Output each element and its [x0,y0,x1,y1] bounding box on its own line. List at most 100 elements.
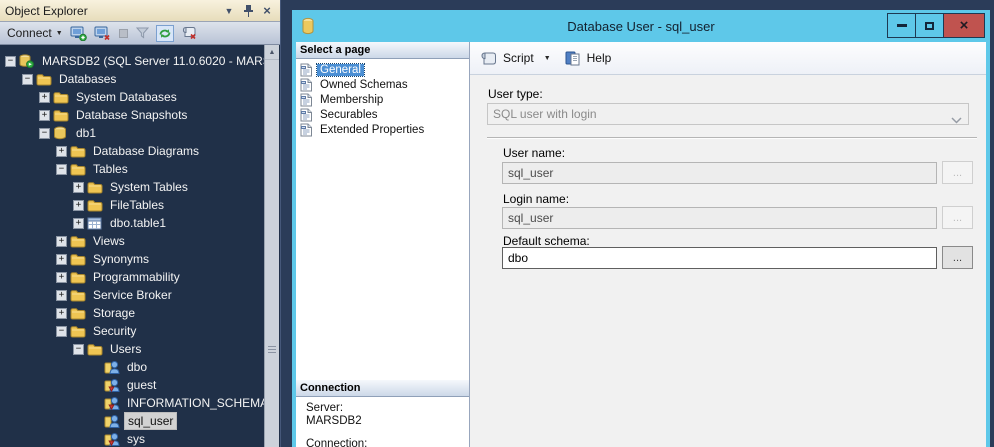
tree-item-label: Database Snapshots [73,107,190,123]
expand-icon[interactable]: + [73,218,84,229]
tree-item-sys[interactable]: sys [0,430,264,447]
chevron-down-icon [951,111,962,129]
refresh-icon[interactable] [156,25,174,42]
login-name-label: Login name: [503,192,569,206]
scroll-up-icon[interactable]: ▲ [265,45,279,60]
script-button[interactable]: Script [503,51,534,65]
user-icon [104,414,120,428]
tree-item-storage[interactable]: +Storage [0,304,264,322]
expand-icon[interactable]: + [56,236,67,247]
expander-slot: + [55,254,68,265]
expand-icon[interactable]: + [73,182,84,193]
connect-label: Connect [7,26,52,40]
collapse-icon[interactable]: − [73,344,84,355]
expand-icon[interactable]: + [56,254,67,265]
tree-item-sql-user[interactable]: sql_user [0,412,264,430]
tree-item-views[interactable]: + Views [0,232,264,250]
tree-item-label: Views [90,233,128,249]
tree-item-marsdb2-sql-server-11-0-6020-m[interactable]: −MARSDB2 (SQL Server 11.0.6020 - MARSD [0,52,264,70]
folder-icon [87,343,103,356]
pin-icon[interactable] [240,3,256,18]
tree-item-programmability[interactable]: +Programmability [0,268,264,286]
expand-icon[interactable]: + [56,146,67,157]
user-type-value: SQL user with login [493,107,946,121]
tree-scrollbar[interactable]: ▲ [264,45,279,447]
page-list: GeneralOwned SchemasMembershipSecurables… [296,59,469,137]
tree-item-label: Synonyms [90,251,152,267]
tree-item-tables[interactable]: −Tables [0,160,264,178]
default-schema-field[interactable]: dbo [502,247,937,269]
tree-item-database-diagrams[interactable]: +Database Diagrams [0,142,264,160]
pages-panel: Select a page GeneralOwned SchemasMember… [296,42,470,447]
tree-item-information-schema[interactable]: INFORMATION_SCHEMA [0,394,264,412]
scrollbar-grip[interactable] [268,346,276,354]
default-schema-browse-button[interactable]: ... [942,246,973,269]
collapse-icon[interactable]: − [56,164,67,175]
expand-icon[interactable]: + [39,92,50,103]
collapse-icon[interactable]: − [22,74,33,85]
folder-icon [87,199,103,212]
database-cylinder-icon [302,17,314,41]
window-position-icon[interactable]: ▼ [221,3,237,18]
expand-icon[interactable]: + [73,200,84,211]
page-item-membership[interactable]: Membership [296,92,469,107]
minimize-button[interactable] [887,13,916,38]
user-name-browse-button[interactable]: ... [942,161,973,184]
tree-item-system-tables[interactable]: +System Tables [0,178,264,196]
page-item-owned-schemas[interactable]: Owned Schemas [296,77,469,92]
tree-item-dbo[interactable]: dbo [0,358,264,376]
expand-icon[interactable]: + [56,308,67,319]
tree-item-guest[interactable]: guest [0,376,264,394]
server-icon [19,54,35,68]
tree-item-service-broker[interactable]: +Service Broker [0,286,264,304]
collapse-icon[interactable]: − [39,128,50,139]
expand-icon[interactable]: + [39,110,50,121]
connection-header: Connection [296,380,469,397]
user-type-combo[interactable]: SQL user with login [487,103,969,125]
folder-icon [70,145,86,158]
expander-slot: + [72,200,85,211]
expander-slot: + [38,110,51,121]
tree-item-label: dbo.table1 [107,215,169,231]
tree-item-dbo-table1[interactable]: + dbo.table1 [0,214,264,232]
dialog-main-panel: Script ▼ Help User type: SQL user with l… [470,42,986,447]
tree-item-db1[interactable]: −db1 [0,124,264,142]
dialog-titlebar[interactable]: Database User - sql_user × [292,10,990,42]
tree-item-database-snapshots[interactable]: + Database Snapshots [0,106,264,124]
disconnect-server-icon[interactable] [94,26,111,41]
tree-item-label: sys [124,431,148,447]
login-name-browse-button[interactable]: ... [942,206,973,229]
connect-server-icon[interactable] [70,26,87,41]
user-name-field[interactable]: sql_user [502,162,937,184]
database-user-dialog: Database User - sql_user × Select a page… [292,10,990,447]
close-icon[interactable]: × [259,3,275,18]
login-name-field[interactable]: sql_user [502,207,937,229]
tree-item-system-databases[interactable]: +System Databases [0,88,264,106]
help-button[interactable]: Help [587,51,612,65]
close-button[interactable]: × [943,13,985,38]
script-error-icon[interactable] [181,26,197,40]
tree-item-security[interactable]: −Security [0,322,264,340]
maximize-button[interactable] [915,13,944,38]
filter-icon[interactable] [136,27,149,39]
collapse-icon[interactable]: − [56,326,67,337]
tree-item-synonyms[interactable]: + Synonyms [0,250,264,268]
user-disabled-icon [104,432,120,446]
tree-item-label: dbo [124,359,150,375]
script-scroll-icon [480,51,497,66]
script-dropdown-icon[interactable]: ▼ [544,55,551,62]
tree-item-users[interactable]: −Users [0,340,264,358]
expand-icon[interactable]: + [56,272,67,283]
expand-icon[interactable]: + [56,290,67,301]
maximize-icon [925,22,934,30]
collapse-icon[interactable]: − [5,56,16,67]
object-explorer-tree-area: −MARSDB2 (SQL Server 11.0.6020 - MARSD−D… [0,45,280,447]
connect-button[interactable]: Connect ▼ [7,26,63,40]
user-type-label: User type: [488,87,543,101]
tree-item-databases[interactable]: −Databases [0,70,264,88]
page-item-extended-properties[interactable]: Extended Properties [296,122,469,137]
expander-slot: + [38,92,51,103]
page-item-securables[interactable]: Securables [296,107,469,122]
tree-item-filetables[interactable]: +FileTables [0,196,264,214]
page-item-general[interactable]: General [296,62,469,77]
